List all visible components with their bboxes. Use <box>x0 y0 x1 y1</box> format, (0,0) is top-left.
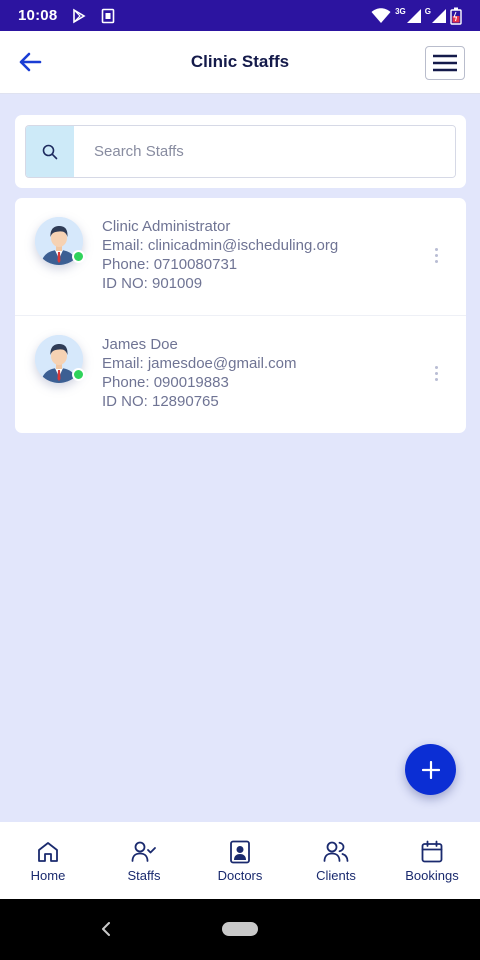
app-bar: Clinic Staffs <box>0 31 480 94</box>
system-home-button[interactable] <box>222 922 258 936</box>
nav-item-home[interactable]: Home <box>0 822 96 899</box>
play-store-icon <box>73 8 86 23</box>
user-check-icon <box>131 841 156 862</box>
staff-row[interactable]: James Doe Email: jamesdoe@gmail.com Phon… <box>15 315 466 432</box>
bottom-nav: Home Staffs Doctors Clients Bookings <box>0 822 480 899</box>
home-icon <box>38 842 58 862</box>
add-staff-button[interactable] <box>405 744 456 795</box>
search-box <box>25 125 456 178</box>
staff-row[interactable]: Clinic Administrator Email: clinicadmin@… <box>15 198 466 315</box>
staff-options-button[interactable] <box>426 363 446 383</box>
plus-icon <box>421 760 440 779</box>
staff-name: James Doe <box>102 336 178 353</box>
system-back-button[interactable] <box>96 919 116 939</box>
signal-icon <box>406 8 421 23</box>
online-status-dot <box>72 368 85 381</box>
chevron-left-icon <box>102 922 110 936</box>
wifi-icon <box>371 7 391 23</box>
network-type-label: 3G <box>395 7 406 16</box>
nav-item-staffs[interactable]: Staffs <box>96 822 192 899</box>
doctor-badge-icon <box>230 840 250 864</box>
staff-phone: Phone: 0710080731 <box>102 256 238 273</box>
staff-info: Clinic Administrator Email: clinicadmin@… <box>102 217 338 293</box>
staff-email: Email: clinicadmin@ischeduling.org <box>102 237 339 254</box>
status-bar: 10:08 3G G <box>0 0 480 31</box>
more-vertical-icon <box>434 247 438 263</box>
avatar <box>35 335 85 383</box>
avatar <box>35 217 85 265</box>
nav-label-staffs: Staffs <box>127 868 161 883</box>
staff-options-button[interactable] <box>426 245 446 265</box>
network-type-label-2: G <box>424 7 431 16</box>
hamburger-icon <box>433 54 457 72</box>
menu-button[interactable] <box>425 46 465 80</box>
online-status-dot <box>72 250 85 263</box>
staff-info: James Doe Email: jamesdoe@gmail.com Phon… <box>102 335 296 411</box>
more-vertical-icon <box>434 365 438 381</box>
search-card <box>15 115 466 188</box>
nav-item-doctors[interactable]: Doctors <box>192 822 288 899</box>
signal-icon-2 <box>432 8 446 23</box>
nav-item-bookings[interactable]: Bookings <box>384 822 480 899</box>
sim-card-icon <box>102 8 115 23</box>
search-input[interactable] <box>74 126 455 177</box>
staff-list: Clinic Administrator Email: clinicadmin@… <box>15 198 466 433</box>
nav-label-doctors: Doctors <box>217 868 263 883</box>
search-button[interactable] <box>26 126 74 177</box>
nav-item-clients[interactable]: Clients <box>288 822 384 899</box>
nav-label-clients: Clients <box>316 868 356 883</box>
nav-label-home: Home <box>30 868 66 883</box>
page-title: Clinic Staffs <box>190 52 290 71</box>
status-time: 10:08 <box>18 7 58 24</box>
nav-label-bookings: Bookings <box>405 868 459 883</box>
staff-id: ID NO: 12890765 <box>102 393 219 410</box>
users-icon <box>323 841 349 862</box>
system-nav-bar <box>0 899 480 960</box>
calendar-icon <box>421 840 443 863</box>
staff-name: Clinic Administrator <box>102 218 231 235</box>
staff-phone: Phone: 090019883 <box>102 374 229 391</box>
staff-id: ID NO: 901009 <box>102 275 203 292</box>
battery-icon <box>450 7 462 25</box>
search-icon <box>42 144 58 159</box>
staff-email: Email: jamesdoe@gmail.com <box>102 355 297 372</box>
